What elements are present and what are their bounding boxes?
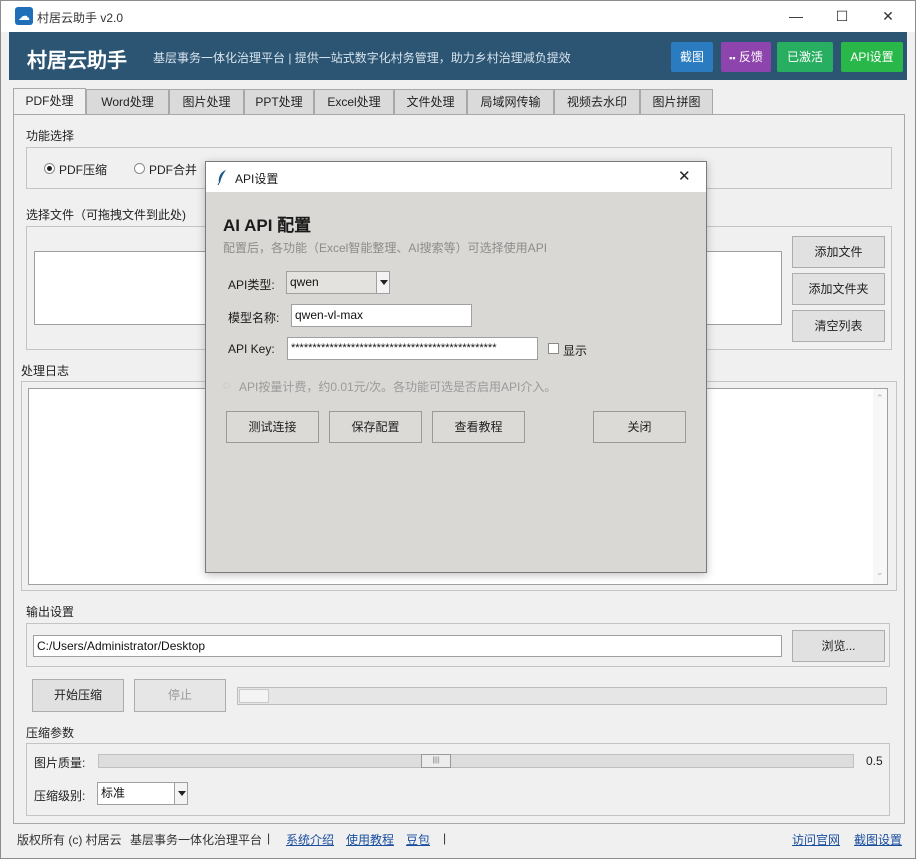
- tab-lan-transfer[interactable]: 局域网传输: [467, 89, 554, 114]
- browse-button[interactable]: 浏览...: [792, 630, 885, 662]
- function-label: 功能选择: [26, 129, 75, 143]
- log-label: 处理日志: [21, 364, 70, 378]
- screenshot-button[interactable]: 截图: [671, 42, 713, 72]
- api-type-value: qwen: [290, 275, 319, 289]
- tab-image-collage[interactable]: 图片拼图: [640, 89, 713, 114]
- level-label: 压缩级别:: [34, 789, 86, 803]
- billing-hint: API按量计费，约0.01元/次。各功能可选是否启用API介入。: [239, 380, 557, 394]
- tab-pdf[interactable]: PDF处理: [13, 88, 86, 115]
- log-scrollbar[interactable]: ⌃ ⌄: [873, 389, 887, 584]
- dialog-close-icon[interactable]: ✕: [678, 167, 691, 185]
- show-key-label: 显示: [563, 344, 588, 358]
- progress-bar: [237, 687, 887, 705]
- save-config-button[interactable]: 保存配置: [329, 411, 422, 443]
- scroll-down-icon[interactable]: ⌄: [876, 567, 884, 578]
- tab-excel[interactable]: Excel处理: [314, 89, 394, 114]
- start-compress-button[interactable]: 开始压缩: [32, 679, 124, 712]
- quality-value: 0.5: [866, 754, 883, 768]
- feedback-label: 反馈: [738, 50, 763, 64]
- file-select-label: 选择文件（可拖拽文件到此处): [26, 208, 186, 222]
- app-window: ☁ 村居云助手 v2.0 — ☐ ✕ 村居云助手 基层事务一体化治理平台 | 提…: [0, 0, 916, 859]
- tab-file[interactable]: 文件处理: [394, 89, 467, 114]
- dialog-title: API设置: [235, 172, 279, 186]
- platform-text: 基层事务一体化治理平台: [130, 833, 263, 847]
- radio-pdf-compress-label: PDF压缩: [59, 163, 108, 177]
- radio-pdf-compress[interactable]: [44, 163, 55, 174]
- radio-pdf-merge[interactable]: [134, 163, 145, 174]
- dialog-heading: AI API 配置: [223, 216, 312, 235]
- window-title: 村居云助手 v2.0: [37, 11, 124, 25]
- api-settings-dialog: API设置 ✕ AI API 配置 配置后，各功能（Excel智能整理、AI搜索…: [205, 161, 707, 573]
- radio-pdf-merge-label: PDF合并: [149, 163, 198, 177]
- output-path-input[interactable]: C:/Users/Administrator/Desktop: [33, 635, 782, 657]
- feather-icon: [216, 169, 228, 186]
- api-type-label: API类型:: [228, 278, 275, 292]
- tab-video-watermark[interactable]: 视频去水印: [554, 89, 640, 114]
- dialog-close-button[interactable]: 关闭: [593, 411, 686, 443]
- quality-label: 图片质量:: [34, 756, 86, 770]
- chevron-down-icon[interactable]: [174, 783, 187, 804]
- view-tutorial-button[interactable]: 查看教程: [432, 411, 525, 443]
- level-select[interactable]: 标准: [97, 782, 188, 805]
- quality-slider-thumb[interactable]: ||||: [421, 754, 451, 768]
- progress-bar-handle: [239, 689, 269, 703]
- test-connection-button[interactable]: 测试连接: [226, 411, 319, 443]
- screenshot-settings-link[interactable]: 截图设置: [854, 831, 902, 848]
- dialog-description: 配置后，各功能（Excel智能整理、AI搜索等）可选择使用API: [223, 241, 548, 255]
- tab-ppt[interactable]: PPT处理: [244, 89, 314, 114]
- system-intro-link[interactable]: 系统介绍: [286, 831, 334, 848]
- stop-button: 停止: [134, 679, 226, 712]
- api-type-select[interactable]: qwen: [286, 271, 390, 294]
- api-key-label: API Key:: [228, 342, 275, 356]
- model-name-label: 模型名称:: [228, 311, 280, 325]
- activated-button[interactable]: 已激活: [777, 42, 833, 72]
- show-key-checkbox[interactable]: [548, 343, 559, 354]
- app-header: 村居云助手 基层事务一体化治理平台 | 提供一站式数字化村务管理，助力乡村治理减…: [9, 32, 907, 80]
- feedback-button[interactable]: ▪▪ 反馈: [721, 42, 771, 72]
- api-settings-button[interactable]: API设置: [841, 42, 903, 72]
- level-select-value: 标准: [101, 786, 126, 800]
- add-file-button[interactable]: 添加文件: [792, 236, 885, 268]
- tab-word[interactable]: Word处理: [86, 89, 169, 114]
- chat-icon: ▪▪: [729, 53, 736, 63]
- tab-image[interactable]: 图片处理: [169, 89, 244, 114]
- api-key-input[interactable]: ****************************************…: [287, 337, 538, 360]
- add-folder-button[interactable]: 添加文件夹: [792, 273, 885, 305]
- lightbulb-icon: ◌: [223, 378, 231, 392]
- brand-title: 村居云助手: [27, 50, 127, 72]
- maximize-button[interactable]: ☐: [819, 1, 865, 32]
- copyright-text: 版权所有 (c) 村居云: [17, 833, 122, 847]
- clear-list-button[interactable]: 清空列表: [792, 310, 885, 342]
- title-bar: ☁ 村居云助手 v2.0 — ☐ ✕: [1, 1, 915, 32]
- footer-separator-2: |: [443, 831, 447, 845]
- doubao-link[interactable]: 豆包: [406, 831, 430, 848]
- minimize-button[interactable]: —: [773, 1, 819, 32]
- dialog-title-bar: API设置 ✕: [206, 162, 706, 192]
- model-name-input[interactable]: qwen-vl-max: [291, 304, 472, 327]
- footer: 版权所有 (c) 村居云 基层事务一体化治理平台 | 系统介绍 使用教程 豆包 …: [1, 827, 915, 851]
- output-label: 输出设置: [26, 605, 75, 619]
- close-window-button[interactable]: ✕: [865, 1, 911, 32]
- chevron-down-icon[interactable]: [376, 272, 389, 293]
- quality-slider[interactable]: ||||: [98, 754, 854, 768]
- tutorial-link[interactable]: 使用教程: [346, 831, 394, 848]
- app-cloud-icon: ☁: [15, 7, 33, 25]
- params-label: 压缩参数: [26, 726, 75, 740]
- brand-slogan: 基层事务一体化治理平台 | 提供一站式数字化村务管理，助力乡村治理减负提效: [153, 51, 571, 65]
- footer-separator: |: [267, 831, 271, 845]
- visit-website-link[interactable]: 访问官网: [792, 831, 840, 848]
- scroll-up-icon[interactable]: ⌃: [876, 393, 884, 404]
